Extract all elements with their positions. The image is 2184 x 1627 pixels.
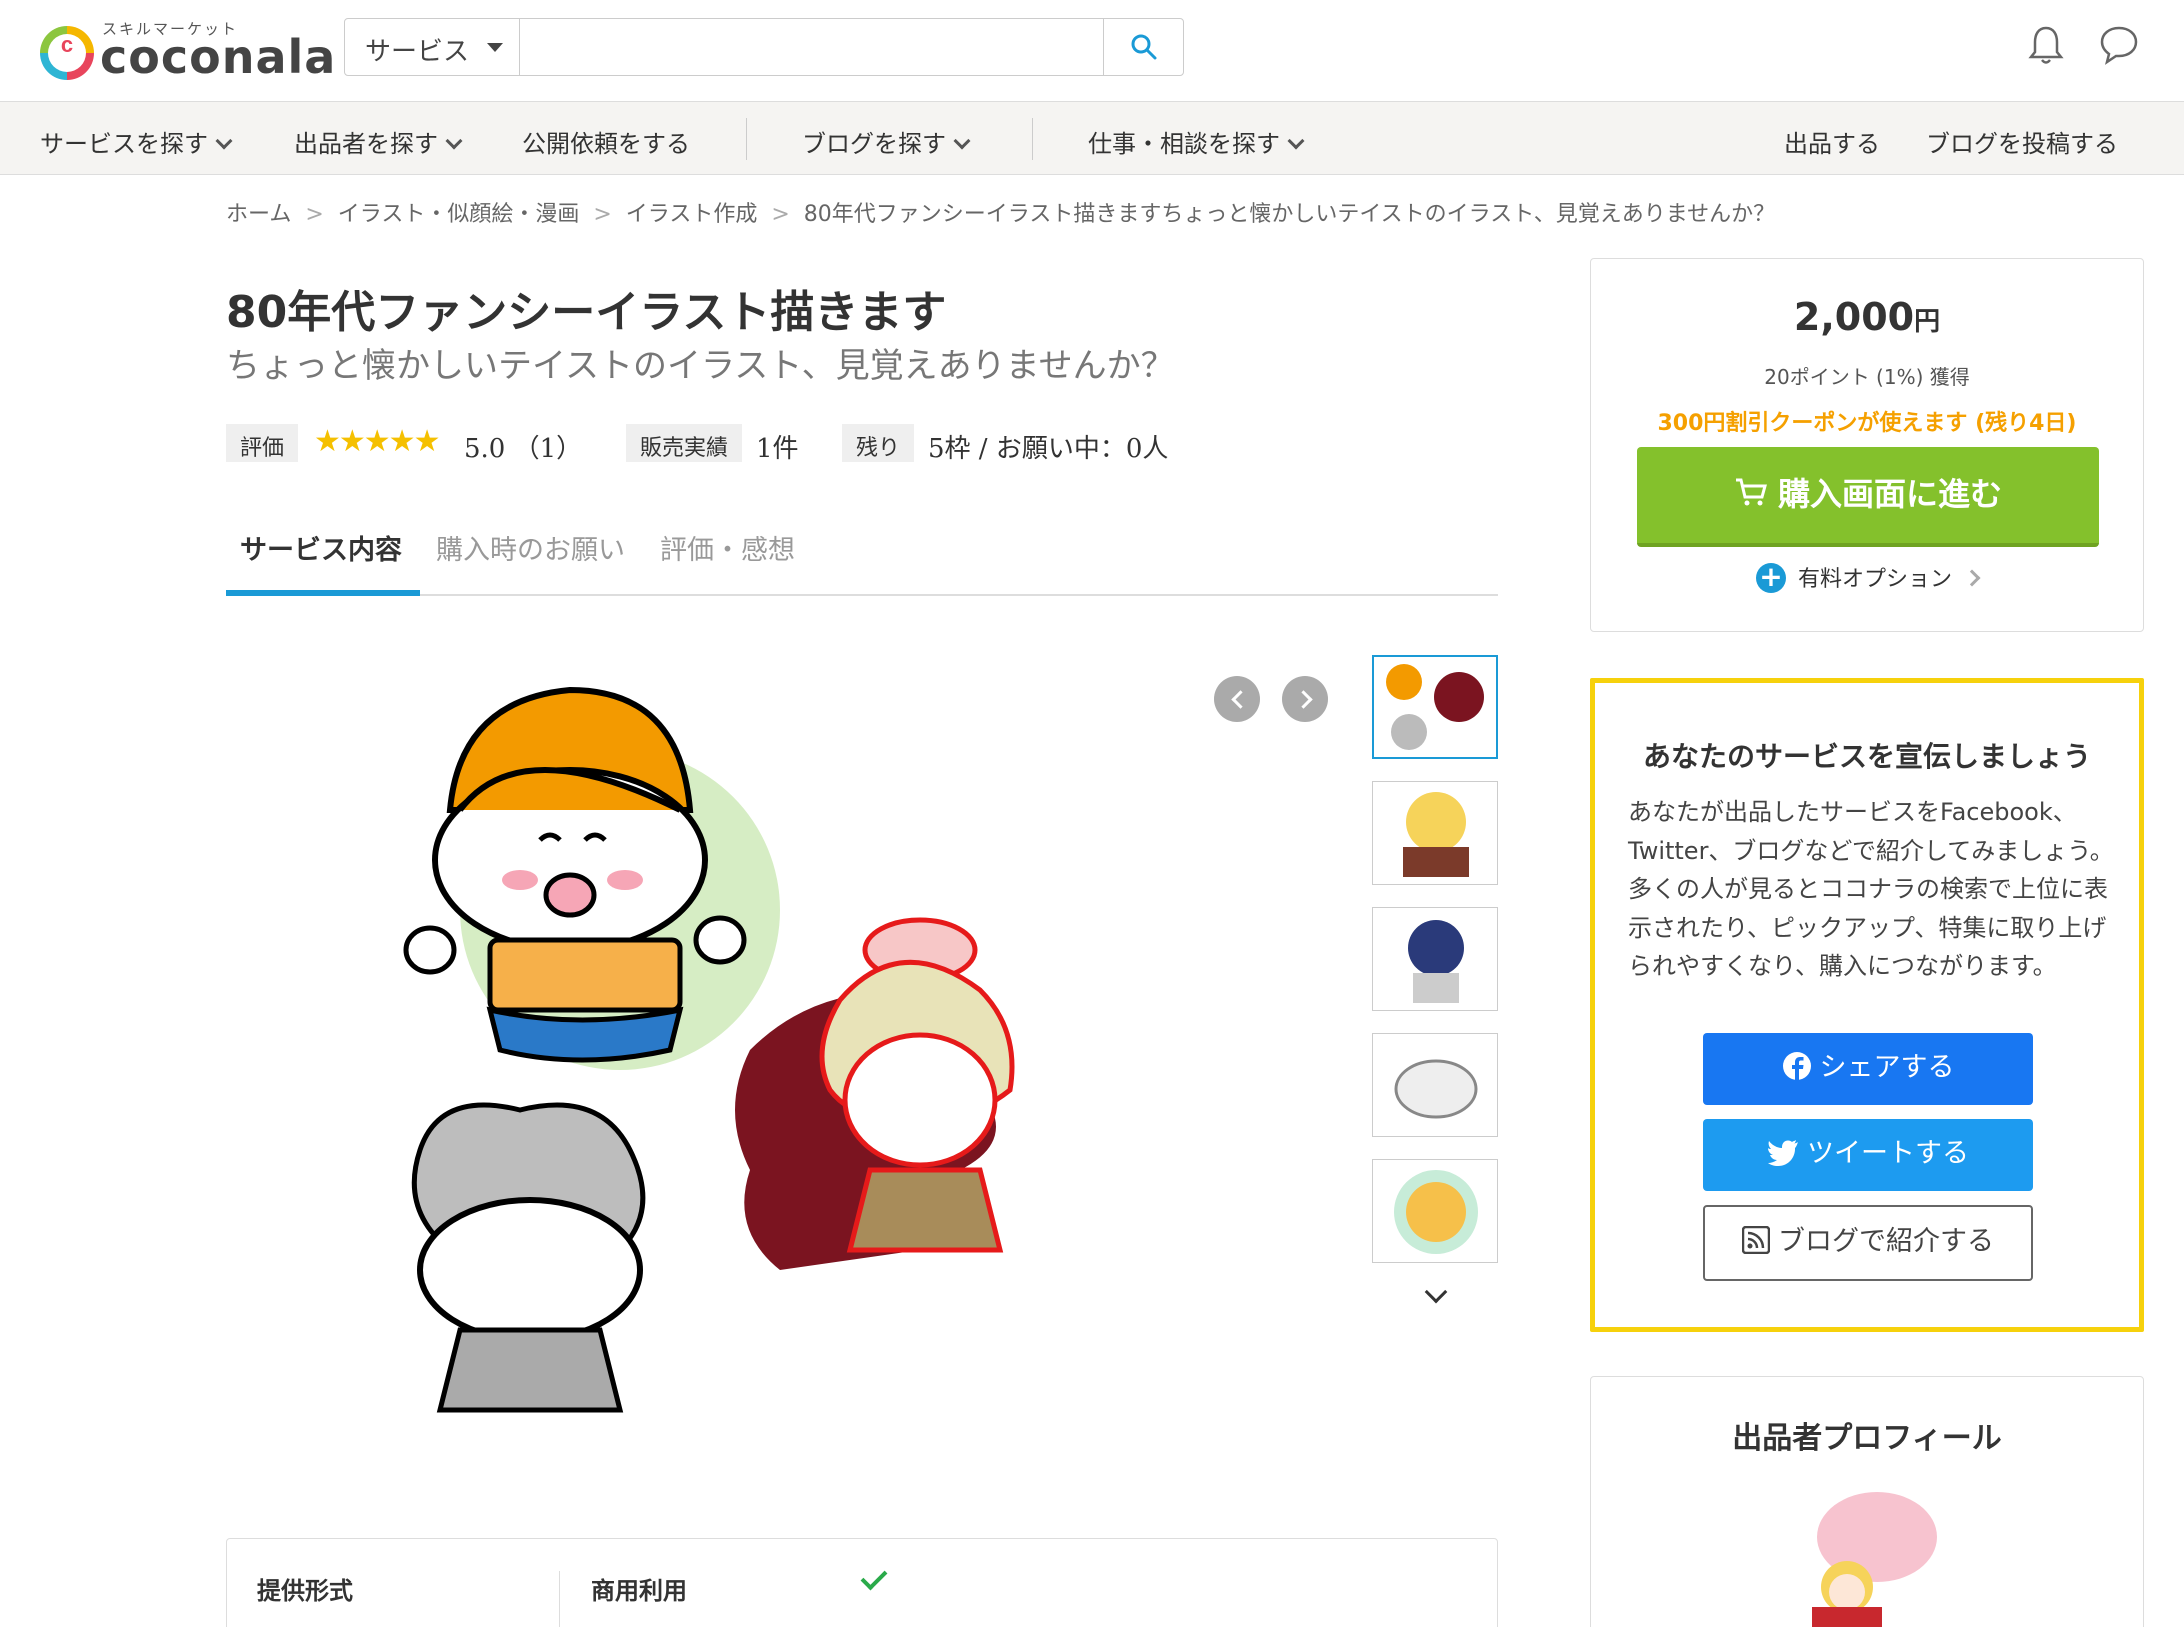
- tab-reviews[interactable]: 評価・感想: [660, 528, 795, 567]
- search-input[interactable]: [521, 19, 1081, 75]
- cart-icon: [1735, 478, 1767, 506]
- tab-service-details[interactable]: サービス内容: [240, 528, 402, 567]
- seller-profile-panel: 出品者プロフィール: [1590, 1376, 2144, 1627]
- thumbnail-4[interactable]: [1372, 1033, 1498, 1137]
- breadcrumb: ホーム > イラスト・似顔絵・漫画 > イラスト作成 >80年代ファンシーイラスト描きます…: [226, 202, 1776, 227]
- sales-value: 1件: [756, 434, 799, 464]
- coupon-notice[interactable]: 300円割引クーポンが使えます (残り4日): [1591, 405, 2143, 437]
- caret-down-icon: [487, 43, 503, 52]
- bell-icon[interactable]: [2028, 24, 2064, 66]
- twitter-share-button[interactable]: ツイートする: [1703, 1119, 2033, 1191]
- blog-share-button[interactable]: ブログで紹介する: [1703, 1205, 2033, 1281]
- remaining-value: 5枠 / お願い中：0人: [928, 434, 1169, 464]
- search-icon: [1131, 34, 1157, 60]
- nav-find-jobs[interactable]: 仕事・相談を探す: [1088, 124, 1305, 159]
- thumbnail-more-chevron-icon[interactable]: [1424, 1280, 1448, 1304]
- breadcrumb-home[interactable]: ホーム: [226, 202, 291, 227]
- rss-icon: [1741, 1225, 1771, 1254]
- paid-options-toggle[interactable]: + 有料オプション: [1591, 561, 2143, 595]
- thumbnail-5[interactable]: [1372, 1159, 1498, 1263]
- search-button[interactable]: [1103, 19, 1183, 75]
- chevron-down-icon: [215, 132, 233, 150]
- breadcrumb-current: 80年代ファンシーイラスト描きますちょっと懐かしいテイストのイラスト、見覚えあり…: [803, 202, 1776, 227]
- nav-public-request[interactable]: 公開依頼をする: [522, 124, 690, 159]
- sales-label: 販売実績: [626, 424, 743, 462]
- nav-post-blog[interactable]: ブログを投稿する: [1926, 124, 2118, 159]
- promote-panel: あなたのサービスを宣伝しましょう あなたが出品したサービスをFacebook、T…: [1590, 678, 2144, 1332]
- promote-description: あなたが出品したサービスをFacebook、Twitter、ブログなどで紹介して…: [1628, 798, 2114, 980]
- service-main-image[interactable]: [400, 670, 1180, 1430]
- chevron-down-icon: [1287, 132, 1305, 150]
- chat-icon[interactable]: [2098, 24, 2140, 66]
- service-info-table: 提供形式 商用利用: [226, 1538, 1498, 1627]
- twitter-icon: [1768, 1139, 1798, 1166]
- nav-divider: [746, 118, 747, 160]
- remaining-label: 残り: [842, 424, 915, 462]
- chevron-right-icon: [1963, 569, 1981, 587]
- coconala-logo[interactable]: c スキルマーケット coconala: [40, 18, 335, 84]
- rating-value[interactable]: 5.0 （1）: [464, 428, 582, 465]
- format-label: 提供形式: [257, 1577, 353, 1605]
- page-subtitle: ちょっと懐かしいテイストのイラスト、見覚えありませんか？: [226, 346, 1175, 386]
- purchase-panel: 2,000円 20ポイント (1%) 獲得 300円割引クーポンが使えます (残…: [1590, 258, 2144, 632]
- info-divider: [559, 1571, 560, 1627]
- thumbnail-1[interactable]: [1372, 655, 1498, 759]
- chevron-down-icon: [953, 132, 971, 150]
- chevron-down-icon: [445, 132, 463, 150]
- tab-purchase-notes[interactable]: 購入時のお願い: [436, 528, 625, 567]
- image-prev-button[interactable]: [1214, 676, 1260, 722]
- proceed-to-purchase-button[interactable]: 購入画面に進む: [1637, 447, 2099, 547]
- page-title: 80年代ファンシーイラスト描きます: [226, 287, 947, 338]
- nav-sell[interactable]: 出品する: [1784, 124, 1880, 159]
- promote-title: あなたのサービスを宣伝しましょう: [1642, 740, 2091, 773]
- price: 2,000円: [1793, 295, 1941, 339]
- rating-stars: ★★★★★: [314, 424, 440, 459]
- seller-avatar[interactable]: [1777, 1477, 1957, 1627]
- service-tabs: サービス内容 購入時のお願い 評価・感想: [226, 518, 1498, 596]
- thumbnail-3[interactable]: [1372, 907, 1498, 1011]
- rating-label: 評価: [226, 424, 299, 462]
- breadcrumb-subcategory[interactable]: イラスト作成: [626, 202, 758, 227]
- search-category-select[interactable]: サービス: [345, 19, 520, 75]
- breadcrumb-category[interactable]: イラスト・似顔絵・漫画: [338, 202, 580, 227]
- points-earned: 20ポイント (1%) 獲得: [1764, 365, 1970, 389]
- site-header: c スキルマーケット coconala サービス: [0, 0, 2184, 101]
- nav-find-services[interactable]: サービスを探す: [40, 124, 233, 159]
- search-bar: サービス: [344, 18, 1184, 76]
- nav-find-sellers[interactable]: 出品者を探す: [294, 124, 463, 159]
- thumbnail-2[interactable]: [1372, 781, 1498, 885]
- active-tab-indicator: [226, 590, 420, 596]
- image-next-button[interactable]: [1282, 676, 1328, 722]
- commercial-use-label: 商用利用: [591, 1577, 687, 1605]
- logo-text: coconala: [100, 30, 337, 84]
- plus-icon: +: [1755, 563, 1786, 593]
- nav-find-blogs[interactable]: ブログを探す: [802, 124, 971, 159]
- profile-title: 出品者プロフィール: [1732, 1421, 2002, 1456]
- facebook-icon: [1782, 1051, 1811, 1081]
- nav-divider: [1032, 118, 1033, 160]
- check-icon: [860, 1563, 888, 1591]
- main-nav: サービスを探す 出品者を探す 公開依頼をする ブログを探す 仕事・相談を探す 出…: [0, 101, 2184, 175]
- facebook-share-button[interactable]: シェアする: [1703, 1033, 2033, 1105]
